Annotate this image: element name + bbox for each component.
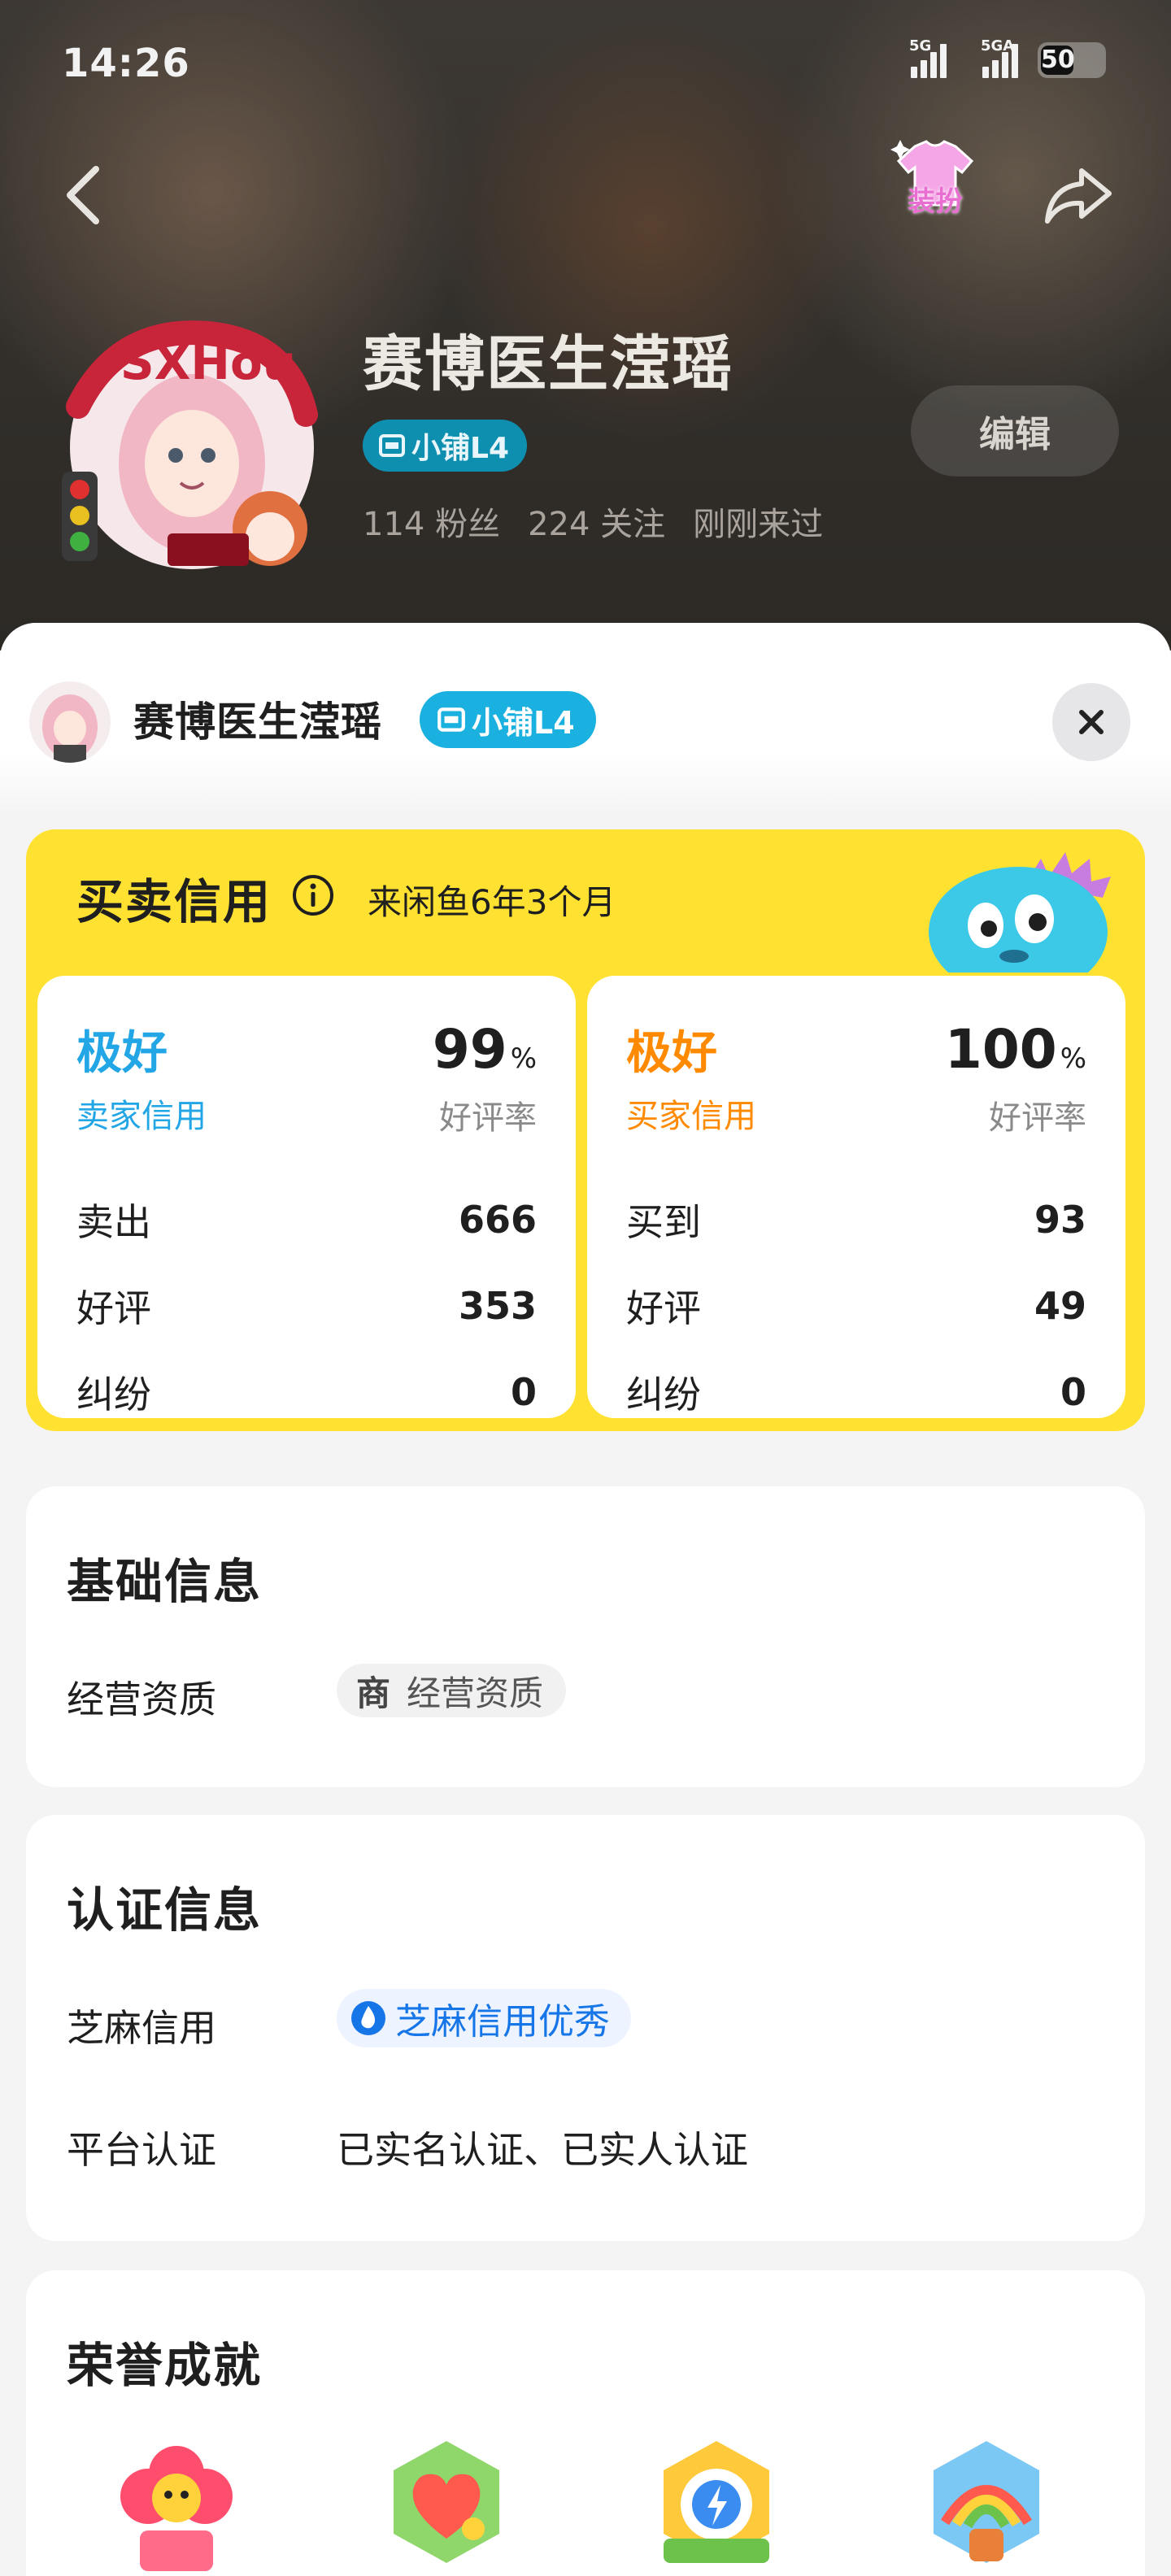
zhima-credit-label: 芝麻信用 bbox=[67, 2006, 216, 2050]
credit-detail-sheet: 赛博医生滢瑶 小铺L4 买卖信用 来闲鱼6年3个月 极好 卖家信用 99 % 好… bbox=[0, 623, 1171, 2576]
seller-rate-unit: % bbox=[510, 1042, 537, 1075]
avatar-image: SXHou bbox=[62, 320, 318, 569]
signal-5ga-icon: 5GA bbox=[981, 37, 1018, 78]
zhima-drop-icon bbox=[351, 2001, 385, 2035]
buyer-rate-value: 100 bbox=[944, 1018, 1057, 1081]
seller-rate-label: 好评率 bbox=[439, 1099, 537, 1137]
certification-info-title: 认证信息 bbox=[67, 1882, 263, 1938]
buyer-credit-label: 买家信用 bbox=[626, 1098, 756, 1135]
lightning-badge-icon[interactable] bbox=[647, 2433, 786, 2571]
certification-info-panel: 认证信息 芝麻信用 芝麻信用优秀 平台认证 已实名认证、已实人认证 bbox=[26, 1815, 1145, 2241]
seller-rate-value: 99 bbox=[432, 1018, 507, 1081]
shop-icon bbox=[379, 434, 405, 457]
business-qualification-chip[interactable]: 商 经营资质 bbox=[337, 1664, 567, 1717]
sheet-avatar bbox=[29, 681, 111, 763]
buyer-dispute-row: 纠纷 0 bbox=[626, 1368, 1086, 1416]
avatar-thumbnail bbox=[29, 681, 111, 763]
buyer-dispute-value: 0 bbox=[1060, 1370, 1086, 1414]
seller-good-review-value: 353 bbox=[458, 1284, 537, 1328]
avatar-logo-text: SXHou bbox=[120, 335, 296, 390]
status-bar: 14:26 5G 5GA 50 bbox=[0, 33, 1171, 98]
last-seen: 刚刚来过 bbox=[693, 506, 824, 543]
seller-good-review-row: 好评 353 bbox=[76, 1281, 537, 1330]
zhima-credit-value: 芝麻信用优秀 bbox=[395, 2001, 610, 2043]
buyer-positive-rate: 100% bbox=[945, 1018, 1086, 1081]
buyer-bought-label: 买到 bbox=[626, 1200, 701, 1244]
seller-grade: 极好 bbox=[76, 1027, 168, 1080]
seller-credit-label: 卖家信用 bbox=[76, 1098, 207, 1135]
basic-info-panel: 基础信息 经营资质 商 经营资质 bbox=[26, 1486, 1145, 1787]
business-qualification-label: 经营资质 bbox=[67, 1677, 216, 1721]
info-icon[interactable] bbox=[291, 873, 335, 917]
status-time: 14:26 bbox=[62, 41, 190, 86]
account-age: 来闲鱼6年3个月 bbox=[368, 882, 616, 922]
chevron-left-icon bbox=[67, 166, 99, 224]
zhima-credit-chip[interactable]: 芝麻信用优秀 bbox=[337, 1989, 631, 2047]
credit-title: 买卖信用 bbox=[76, 874, 272, 929]
seller-credit-card: 极好 卖家信用 99% 好评率 卖出 666 好评 353 纠纷 0 bbox=[37, 976, 576, 1418]
buyer-good-review-value: 49 bbox=[1034, 1284, 1086, 1328]
shop-level-badge[interactable]: 小铺L4 bbox=[363, 420, 527, 472]
following-count[interactable]: 224 关注 bbox=[528, 498, 665, 545]
back-button[interactable] bbox=[57, 163, 114, 228]
business-qualification-text: 经营资质 bbox=[407, 1673, 544, 1713]
info-circle-icon bbox=[293, 875, 333, 916]
profile-stats: 114 粉丝 224 关注 刚刚来过 bbox=[363, 498, 823, 545]
trade-credit-panel: 买卖信用 来闲鱼6年3个月 极好 卖家信用 99% 好评率 卖出 666 好评 … bbox=[26, 829, 1145, 1431]
flower-badge-icon[interactable] bbox=[107, 2433, 246, 2571]
seller-sold-value: 666 bbox=[458, 1198, 537, 1242]
fans-count[interactable]: 114 粉丝 bbox=[363, 498, 500, 545]
basic-info-title: 基础信息 bbox=[67, 1554, 263, 1609]
close-icon bbox=[1079, 710, 1104, 734]
edit-profile-button[interactable]: 编辑 bbox=[911, 385, 1119, 476]
share-button[interactable] bbox=[1041, 163, 1114, 228]
buyer-rate-label: 好评率 bbox=[989, 1099, 1086, 1137]
seller-dispute-value: 0 bbox=[510, 1370, 537, 1414]
shop-level-label: 小铺L4 bbox=[411, 432, 509, 465]
sheet-user-name: 赛博医生滢瑶 bbox=[133, 698, 382, 746]
share-icon bbox=[1045, 168, 1112, 224]
fish-mascot-icon bbox=[912, 834, 1148, 997]
profile-avatar[interactable]: SXHou bbox=[46, 309, 330, 585]
battery-level: 50 bbox=[1041, 46, 1075, 75]
honors-panel: 荣誉成就 bbox=[26, 2270, 1145, 2576]
platform-certification-label: 平台认证 bbox=[67, 2128, 216, 2172]
seller-sold-label: 卖出 bbox=[76, 1200, 151, 1244]
buyer-good-review-label: 好评 bbox=[626, 1286, 701, 1330]
buyer-credit-card: 极好 买家信用 100% 好评率 买到 93 好评 49 纠纷 0 bbox=[587, 976, 1125, 1418]
seller-sold-row: 卖出 666 bbox=[76, 1195, 537, 1244]
seller-positive-rate: 99% bbox=[433, 1018, 537, 1081]
sheet-shop-level-label: 小铺L4 bbox=[472, 704, 575, 741]
sheet-header-fade bbox=[0, 753, 1171, 818]
seller-dispute-row: 纠纷 0 bbox=[76, 1368, 537, 1416]
buyer-dispute-label: 纠纷 bbox=[626, 1373, 701, 1416]
profile-name: 赛博医生滢瑶 bbox=[363, 329, 734, 399]
heart-badge-icon[interactable] bbox=[377, 2433, 516, 2571]
merchant-icon: 商 bbox=[356, 1673, 391, 1713]
battery-icon: 50 bbox=[1038, 42, 1106, 78]
status-icons: 5G 5GA 50 bbox=[909, 37, 1106, 78]
honors-title: 荣誉成就 bbox=[67, 2338, 263, 2393]
close-button[interactable] bbox=[1052, 683, 1130, 761]
rainbow-badge-icon[interactable] bbox=[917, 2433, 1056, 2571]
seller-dispute-label: 纠纷 bbox=[76, 1373, 151, 1416]
sheet-shop-badge[interactable]: 小铺L4 bbox=[420, 691, 596, 748]
signal-5g-icon: 5G bbox=[909, 37, 947, 78]
dressup-button[interactable]: 装扮 bbox=[886, 138, 984, 244]
shop-icon bbox=[437, 707, 465, 732]
seller-good-review-label: 好评 bbox=[76, 1286, 151, 1330]
platform-certification-value: 已实名认证、已实人认证 bbox=[337, 2128, 748, 2172]
signal-5g-label: 5G bbox=[909, 37, 932, 54]
buyer-grade: 极好 bbox=[626, 1027, 717, 1080]
buyer-good-review-row: 好评 49 bbox=[626, 1281, 1086, 1330]
buyer-rate-unit: % bbox=[1060, 1042, 1086, 1075]
buyer-bought-row: 买到 93 bbox=[626, 1195, 1086, 1244]
buyer-bought-value: 93 bbox=[1034, 1198, 1086, 1242]
signal-5ga-label: 5GA bbox=[981, 37, 1015, 54]
